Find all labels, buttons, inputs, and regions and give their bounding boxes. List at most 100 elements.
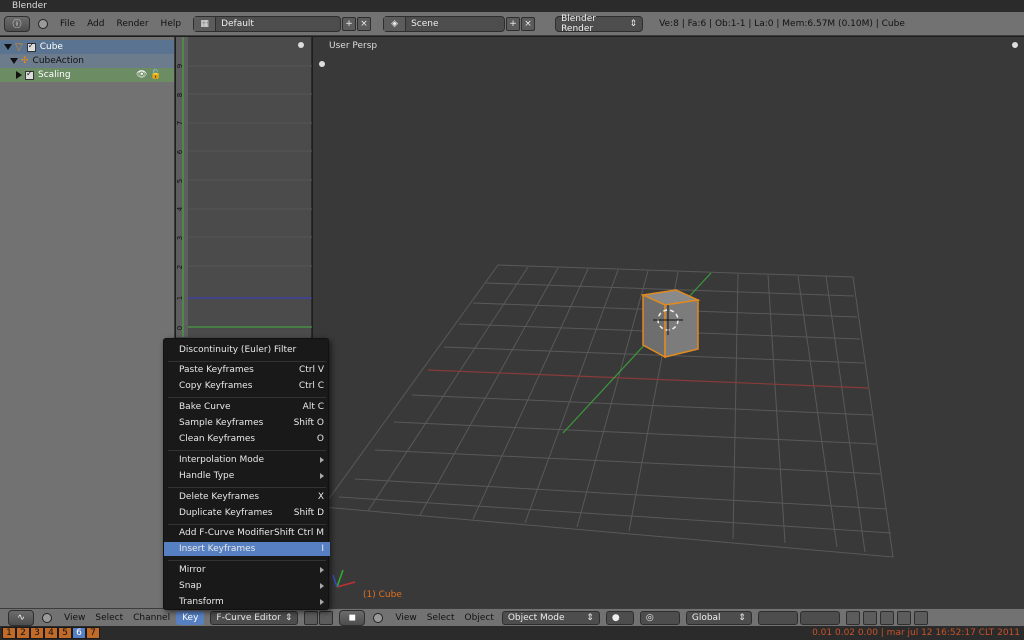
add-screen-button[interactable]: +: [342, 16, 357, 31]
menu-item-shortcut: Shift O: [293, 418, 324, 428]
graph-editor-type-button[interactable]: ∿: [8, 609, 34, 626]
screen-layout-icon: ▦: [194, 16, 217, 31]
menu-item-duplicate-keyframes[interactable]: Duplicate Keyframes Shift D: [164, 506, 330, 520]
menu-item-delete-keyframes[interactable]: Delete Keyframes X: [164, 490, 330, 504]
dropdown-arrows-icon: ⇕: [586, 612, 594, 623]
menu-item-transform[interactable]: Transform: [164, 595, 330, 609]
layer-button[interactable]: 5: [58, 627, 72, 639]
floor-grid: [322, 264, 894, 558]
editors-header: ∿ View Select Channel Key F-Curve Editor…: [0, 608, 1024, 626]
menu-item-label: Paste Keyframes: [179, 365, 254, 375]
menu-item-add-fcurve-modifier[interactable]: Add F-Curve Modifier Shift Ctrl M: [164, 526, 330, 540]
submenu-arrow-icon: [320, 567, 324, 573]
layer-button[interactable]: 1: [2, 627, 16, 639]
layer-buttons[interactable]: [757, 610, 798, 625]
remove-screen-button[interactable]: ×: [357, 16, 372, 31]
layer-button[interactable]: 6: [72, 627, 86, 639]
snap-target-icon[interactable]: [879, 610, 894, 625]
cursor-tool-icon[interactable]: [304, 610, 319, 625]
menu-item-label: Duplicate Keyframes: [179, 508, 273, 518]
menu-help[interactable]: Help: [161, 19, 182, 29]
outliner-item-cube[interactable]: ▽ Cube: [0, 40, 174, 54]
solid-shading-icon: ●: [611, 612, 620, 623]
menu-file[interactable]: File: [60, 19, 75, 29]
screen-layout-selector[interactable]: ▦ Default: [193, 15, 342, 32]
proportional-edit-icon[interactable]: [845, 610, 860, 625]
render-engine-dropdown[interactable]: Blender Render ⇕: [555, 13, 644, 34]
eye-icon[interactable]: 👁: [136, 70, 147, 80]
pivot-icon[interactable]: [319, 610, 334, 625]
view3d-menu-object[interactable]: Object: [465, 613, 494, 623]
3d-view-editor-type-button[interactable]: ◼: [339, 609, 366, 626]
transform-orientation-dropdown[interactable]: Global ⇕: [685, 610, 752, 625]
menu-item-interpolation-mode[interactable]: Interpolation Mode: [164, 453, 330, 467]
graph-editor-icon: ∿: [17, 612, 25, 623]
graph-menu-channel[interactable]: Channel: [133, 613, 170, 623]
graph-mode-dropdown[interactable]: F-Curve Editor ⇕: [210, 610, 299, 625]
collapse-menu-icon[interactable]: [42, 612, 52, 623]
add-scene-button[interactable]: +: [506, 16, 521, 31]
menu-item-insert-keyframes[interactable]: Insert Keyframes I: [164, 542, 330, 556]
menu-item-label: Copy Keyframes: [179, 381, 253, 391]
editor-type-button[interactable]: ⓘ: [4, 15, 30, 32]
menu-render[interactable]: Render: [117, 19, 149, 29]
scene-selector[interactable]: ◈ Scene: [383, 15, 506, 32]
render-engine-label: Blender Render: [561, 13, 596, 34]
menu-item-label: Delete Keyframes: [179, 492, 260, 502]
menu-separator: [168, 524, 326, 525]
menu-item-label: Clean Keyframes: [179, 434, 256, 444]
graph-menu-select[interactable]: Select: [95, 613, 123, 623]
menu-item-label: Transform: [179, 597, 224, 607]
shading-dropdown[interactable]: ●: [605, 610, 634, 625]
snap-icon[interactable]: [862, 610, 877, 625]
lock-icon[interactable]: 🔓: [150, 70, 161, 80]
collapse-menu-icon[interactable]: [373, 612, 384, 623]
layer-buttons-2[interactable]: [799, 610, 840, 625]
scene-name: Scene: [411, 18, 439, 29]
object-mode-label: Object Mode: [507, 612, 565, 623]
expand-icon[interactable]: [10, 58, 18, 64]
remove-scene-button[interactable]: ×: [521, 16, 536, 31]
menu-item-label: Snap: [179, 581, 202, 591]
menu-item-copy-keyframes[interactable]: Copy Keyframes Ctrl C: [164, 379, 330, 393]
layer-button[interactable]: 7: [86, 627, 100, 639]
menu-item-euler-filter[interactable]: Discontinuity (Euler) Filter: [164, 343, 330, 357]
expand-icon[interactable]: [16, 71, 22, 79]
outliner-item-label: Cube: [39, 42, 63, 52]
submenu-arrow-icon: [320, 457, 324, 463]
active-object-label: (1) Cube: [363, 590, 402, 600]
menu-item-sample-keyframes[interactable]: Sample Keyframes Shift O: [164, 416, 330, 430]
view3d-menu-view[interactable]: View: [395, 613, 416, 623]
outliner-item-scaling[interactable]: Scaling 👁 🔓: [0, 68, 174, 82]
pivot-dropdown[interactable]: ◎: [639, 610, 680, 625]
layer-button[interactable]: 3: [30, 627, 44, 639]
3d-viewport[interactable]: User Persp (1) Cube: [313, 37, 1024, 608]
graph-menu-key[interactable]: Key: [176, 610, 205, 625]
layer-button[interactable]: 2: [16, 627, 30, 639]
expand-icon[interactable]: [4, 44, 12, 50]
layer-button[interactable]: 4: [44, 627, 58, 639]
menu-separator: [168, 397, 326, 398]
status-info: 0.01 0.02 0.00 | mar jul 12 16:52:17 CLT…: [812, 628, 1020, 638]
menu-item-handle-type[interactable]: Handle Type: [164, 469, 330, 483]
menu-item-paste-keyframes[interactable]: Paste Keyframes Ctrl V: [164, 363, 330, 377]
render-icon[interactable]: [896, 610, 911, 625]
outliner-item-cubeaction[interactable]: ✣ CubeAction: [0, 54, 174, 68]
object-mode-dropdown[interactable]: Object Mode ⇕: [501, 610, 600, 625]
render-anim-icon[interactable]: [913, 610, 928, 625]
view3d-menu-select[interactable]: Select: [427, 613, 455, 623]
menu-add[interactable]: Add: [87, 19, 104, 29]
outliner-item-label: Scaling: [38, 70, 71, 80]
object-icon: ▽: [15, 41, 23, 53]
ruler-tick: 8: [176, 92, 185, 98]
collapse-menu-icon[interactable]: [38, 18, 48, 29]
graph-menu-view[interactable]: View: [64, 613, 85, 623]
menu-item-snap[interactable]: Snap: [164, 579, 330, 593]
menu-item-clean-keyframes[interactable]: Clean Keyframes O: [164, 432, 330, 446]
menu-item-mirror[interactable]: Mirror: [164, 563, 330, 577]
x-axis-line: [427, 369, 869, 389]
visibility-checkbox[interactable]: [26, 41, 36, 52]
visibility-checkbox[interactable]: [25, 69, 34, 80]
menu-item-bake-curve[interactable]: Bake Curve Alt C: [164, 400, 330, 414]
menu-item-shortcut: X: [317, 492, 324, 502]
